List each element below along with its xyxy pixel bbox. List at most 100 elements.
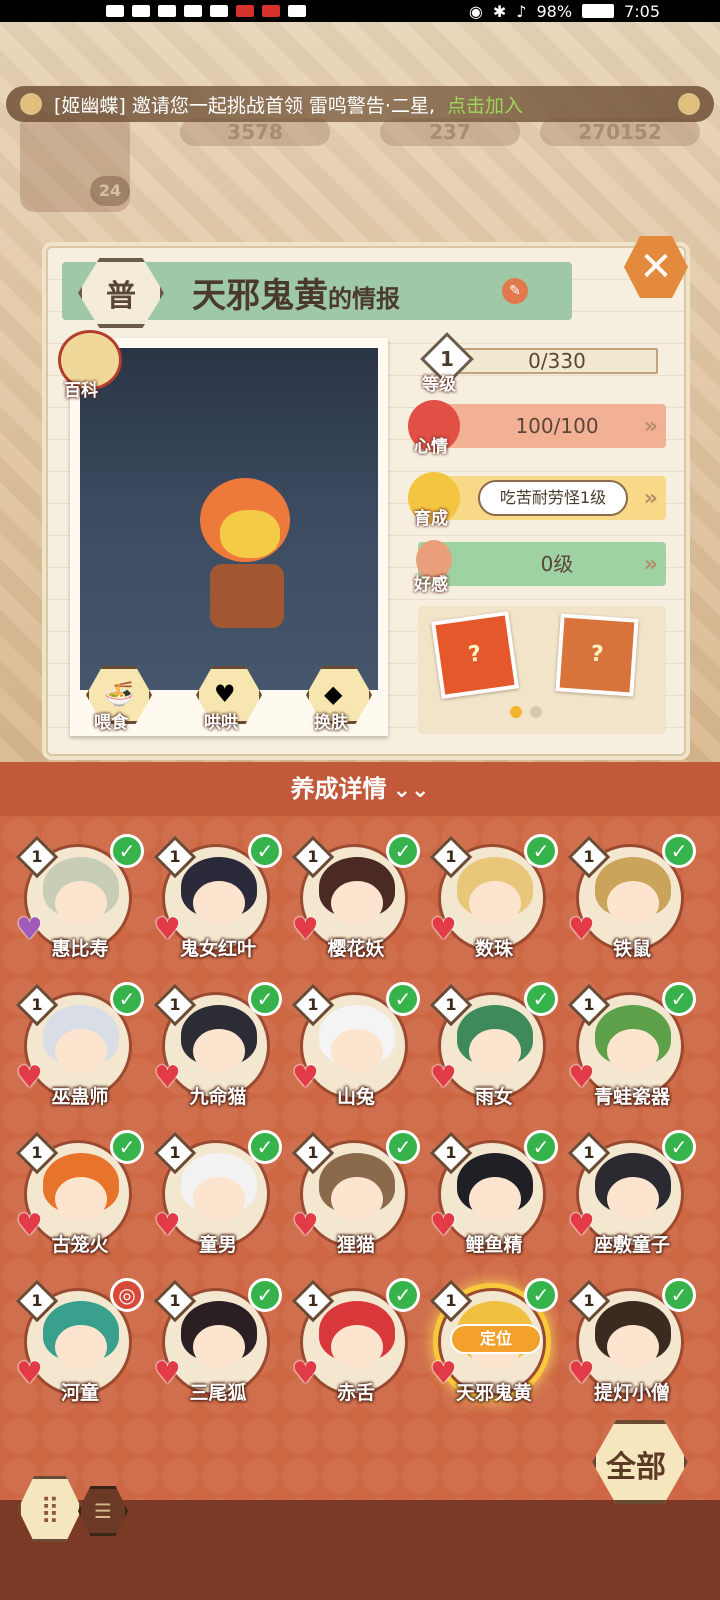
mood-label: 心情	[414, 437, 448, 457]
character-name: 铁鼠	[612, 938, 651, 960]
currency-3: 270152	[540, 118, 700, 146]
card-mark: ?	[466, 641, 483, 668]
growth-label: 育成	[414, 509, 448, 529]
skin-label: 换肤	[314, 713, 348, 733]
checkmark-icon: ✓	[248, 982, 282, 1016]
level-value: 1	[169, 1143, 181, 1162]
level-value: 1	[445, 847, 457, 866]
character-card[interactable]: 1 ✓ ♥ 座敷童子	[566, 1126, 698, 1266]
character-card[interactable]: 1 ✓ ♥ 巫蛊师	[14, 978, 146, 1118]
flower-icon	[20, 93, 42, 115]
checkmark-icon: ✓	[524, 834, 558, 868]
character-card[interactable]: 1 ✓ ♥ 赤舌	[290, 1274, 422, 1414]
locate-button[interactable]: 定位	[450, 1324, 542, 1354]
character-card[interactable]: 1 ✓ ♥ 九命猫	[152, 978, 284, 1118]
app-icon	[236, 5, 254, 17]
grid-view-icon[interactable]: ⣿	[18, 1476, 82, 1542]
level-value: 1	[169, 995, 181, 1014]
character-card[interactable]: 1 ✓ ♥ 青蛙瓷器	[566, 978, 698, 1118]
checkmark-icon: ✓	[662, 982, 696, 1016]
feed-button[interactable]: 🍜 喂食	[80, 666, 158, 736]
character-name: 九命猫	[189, 1086, 247, 1108]
mood-value: 100/100	[515, 414, 599, 438]
character-card[interactable]: 1 ✓ ♥ 数珠	[428, 830, 560, 970]
character-face	[193, 881, 245, 925]
skin-button[interactable]: ◆ 换肤	[300, 666, 378, 736]
favor-label: 好感	[414, 575, 448, 595]
checkmark-icon: ✓	[662, 1278, 696, 1312]
battery-icon	[582, 4, 615, 18]
favor-value: 0级	[540, 552, 574, 576]
page-title: 天邪鬼黄的情报	[192, 268, 400, 317]
app-icon	[262, 5, 280, 17]
level-value: 1	[307, 847, 319, 866]
filter-all-button[interactable]: 全部	[592, 1420, 702, 1510]
checkmark-icon: ✓	[248, 1278, 282, 1312]
rarity-badge: 普	[78, 258, 164, 328]
character-face	[607, 1177, 659, 1221]
character-face	[55, 1177, 107, 1221]
status-bar: ◉ ✱ ♪ 98% 7:05	[0, 0, 720, 22]
character-card[interactable]: 1 ✓ ♥ 提灯小僧	[566, 1274, 698, 1414]
character-card[interactable]: 1 ✓ ♥ 童男	[152, 1126, 284, 1266]
chevron-right-icon: »	[643, 552, 658, 577]
card-mark: ?	[589, 641, 605, 668]
player-avatar[interactable]: 24	[20, 112, 130, 212]
filter-all-label: 全部	[606, 1450, 666, 1485]
coax-button[interactable]: ♥ 哄哄	[190, 666, 268, 736]
creature-body	[210, 564, 284, 628]
bell-icon: ♪	[516, 1, 527, 21]
collection-header[interactable]: 养成详情 ⌄⌄	[0, 762, 720, 816]
status-icons-right: ◉ ✱ ♪ 98% 7:05	[469, 0, 660, 22]
level-label: 等级	[422, 375, 456, 395]
chevron-right-icon: »	[643, 486, 658, 511]
character-card[interactable]: 1 ✓ ♥ 鲤鱼精	[428, 1126, 560, 1266]
checkmark-icon: ✓	[524, 1278, 558, 1312]
character-name: 惠比寿	[51, 938, 109, 960]
status-icons-left	[106, 0, 306, 22]
edit-icon[interactable]: ✎	[502, 278, 528, 304]
mystery-card[interactable]: ?	[430, 610, 520, 700]
favor-row[interactable]: 好感 0级 »	[414, 540, 666, 595]
character-card[interactable]: 1 ✓ ♥ 惠比寿	[14, 830, 146, 970]
encyclopedia-button[interactable]: 百科	[54, 330, 130, 402]
skin-glyph: ◆	[324, 680, 343, 708]
bowl-glyph: 🍜	[104, 680, 134, 708]
milk-glyph: ♥	[214, 680, 236, 708]
mood-row[interactable]: 心情 100/100 »	[408, 400, 666, 457]
checkmark-icon: ✓	[386, 1278, 420, 1312]
character-card[interactable]: 1 ✓ ♥ 雨女	[428, 978, 560, 1118]
player-level: 24	[90, 176, 130, 206]
list-view-icon[interactable]: ☰	[78, 1486, 128, 1536]
character-name: 狸猫	[336, 1234, 375, 1256]
character-card[interactable]: 1 ✓ ♥ 山兔	[290, 978, 422, 1118]
card-carousel[interactable]: ? ?	[418, 606, 666, 734]
character-card[interactable]: 1 ✓ ♥ 三尾狐	[152, 1274, 284, 1414]
character-name: 三尾狐	[189, 1382, 247, 1404]
bluetooth-icon: ✱	[492, 1, 507, 21]
character-card[interactable]: 1 ✓ ♥ 定位 天邪鬼黄	[428, 1274, 560, 1414]
growth-row[interactable]: 育成 吃苦耐劳怪1级 »	[408, 472, 666, 529]
mystery-card[interactable]: ?	[555, 613, 639, 697]
view-toggle[interactable]: ⣿ ☰	[18, 1476, 130, 1546]
character-card[interactable]: 1 ◎ ♥ 河童	[14, 1274, 146, 1414]
character-card[interactable]: 1 ✓ ♥ 铁鼠	[566, 830, 698, 970]
checkmark-icon: ✓	[248, 1130, 282, 1164]
wifi-icon	[158, 5, 176, 17]
flower-icon	[678, 93, 700, 115]
page-dot-active	[510, 706, 522, 718]
clock: 7:05	[624, 1, 660, 21]
level-value: 1	[307, 1291, 319, 1310]
character-card[interactable]: 1 ✓ ♥ 古笼火	[14, 1126, 146, 1266]
feed-label: 喂食	[94, 713, 128, 733]
character-card[interactable]: 1 ✓ ♥ 鬼女红叶	[152, 830, 284, 970]
invite-banner[interactable]: [姬幽蝶] 邀请您一起挑战首领 雷鸣警告·二星, 点击加入	[6, 86, 714, 122]
coax-label: 哄哄	[204, 713, 238, 733]
character-face	[331, 1177, 383, 1221]
character-card[interactable]: 1 ✓ ♥ 狸猫	[290, 1126, 422, 1266]
character-card[interactable]: 1 ✓ ♥ 樱花妖	[290, 830, 422, 970]
character-face	[331, 1325, 383, 1369]
character-face	[331, 881, 383, 925]
character-face	[469, 1177, 521, 1221]
join-link[interactable]: 点击加入	[447, 91, 523, 118]
